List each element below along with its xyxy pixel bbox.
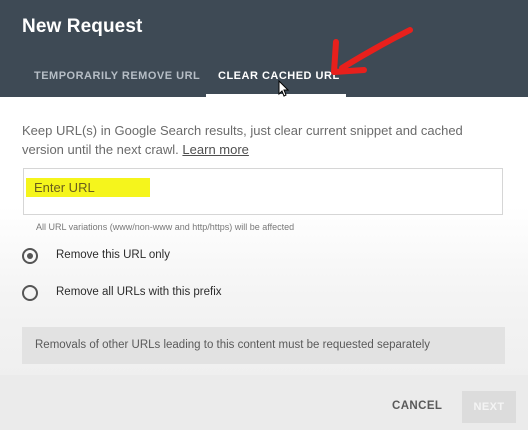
mouse-pointer-icon — [278, 80, 290, 97]
description-text: Keep URL(s) in Google Search results, ju… — [22, 121, 492, 159]
url-input-placeholder: Enter URL — [34, 180, 95, 195]
option-label: Remove this URL only — [56, 249, 170, 261]
tab-temporarily-remove-url[interactable]: TEMPORARILY REMOVE URL — [34, 68, 200, 97]
notice-text: Removals of other URLs leading to this c… — [35, 339, 431, 351]
notice-box: Removals of other URLs leading to this c… — [22, 327, 505, 364]
url-variations-hint: All URL variations (www/non-www and http… — [36, 222, 295, 232]
learn-more-link[interactable]: Learn more — [182, 142, 248, 157]
new-request-dialog: New Request TEMPORARILY REMOVE URL CLEAR… — [0, 0, 528, 430]
dialog-title: New Request — [22, 16, 143, 37]
next-button[interactable]: NEXT — [462, 391, 516, 423]
option-label: Remove all URLs with this prefix — [56, 286, 222, 298]
annotation-arrow-icon — [331, 27, 413, 75]
cancel-button[interactable]: CANCEL — [392, 400, 442, 412]
radio-button-checked[interactable] — [22, 248, 38, 264]
dialog-footer — [0, 375, 528, 430]
radio-button-unchecked[interactable] — [22, 285, 38, 301]
